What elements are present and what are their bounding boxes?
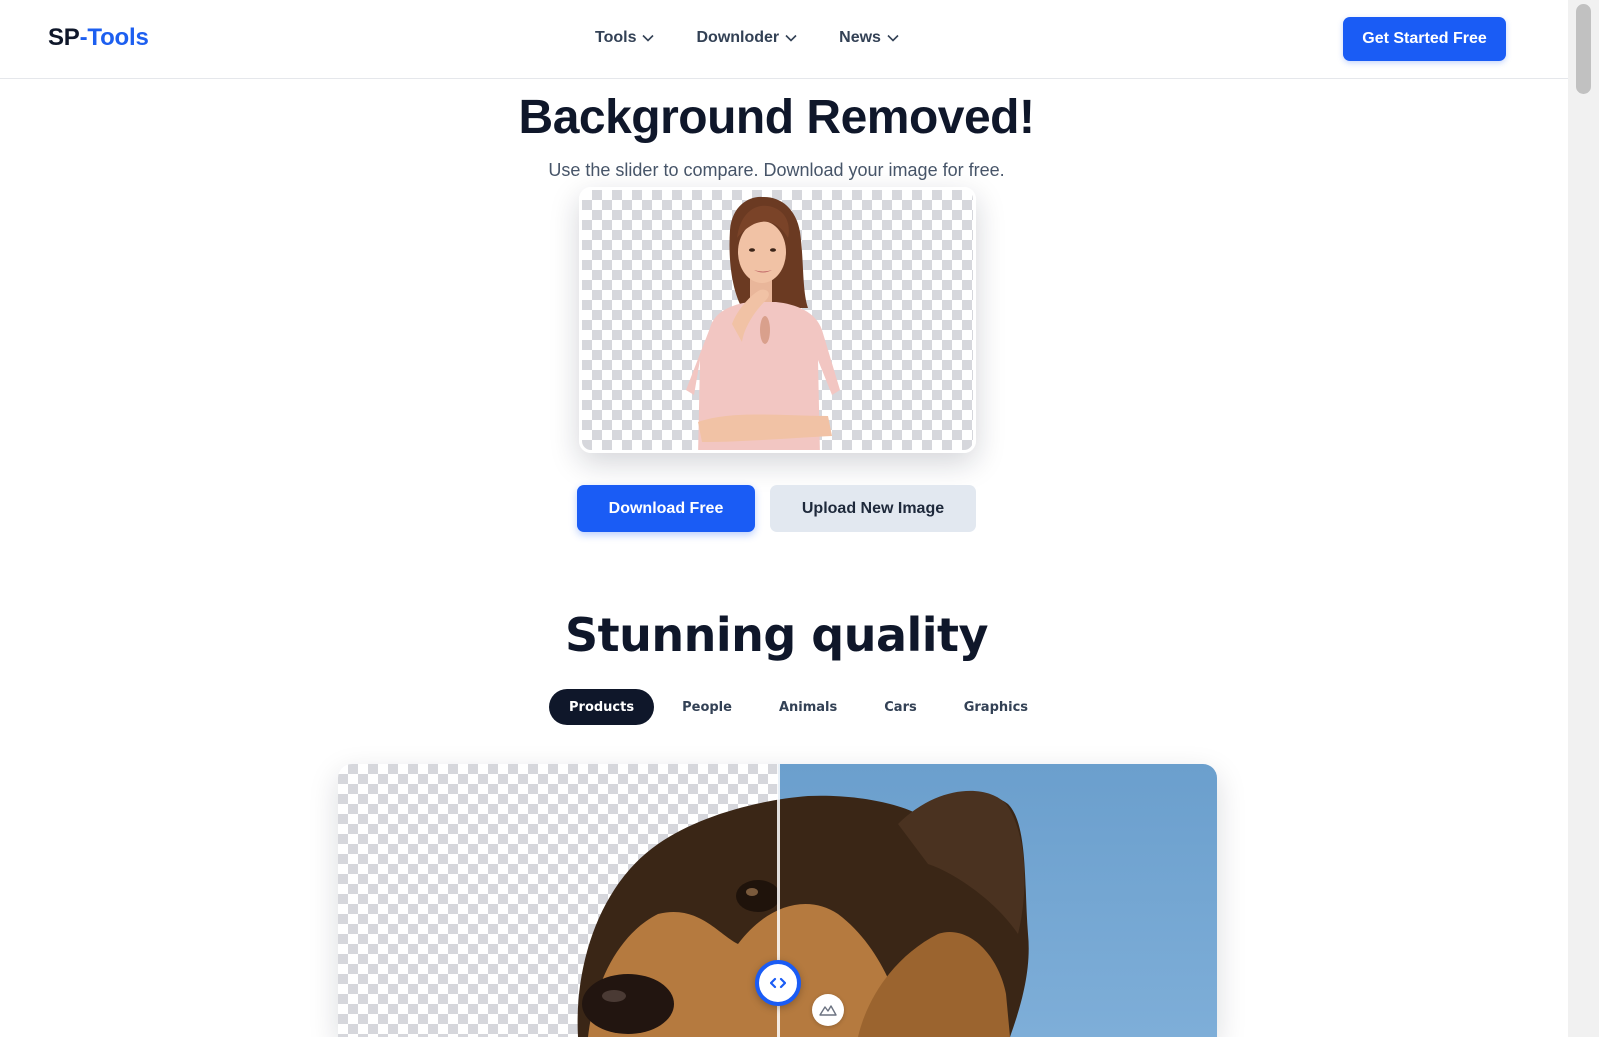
chevron-down-icon: [785, 34, 797, 42]
upload-new-image-button[interactable]: Upload New Image: [770, 485, 976, 532]
person-cutout-image: [686, 196, 840, 450]
nav-item-label: Downloder: [696, 29, 780, 46]
nav-item-news[interactable]: News: [839, 29, 899, 47]
page-subtitle: Use the slider to compare. Download your…: [548, 160, 1005, 180]
image-badge[interactable]: [812, 994, 844, 1026]
chevron-down-icon: [887, 34, 899, 42]
nav-item-downloder[interactable]: Downloder: [696, 29, 797, 47]
tab-people[interactable]: People: [661, 689, 753, 725]
tab-cars[interactable]: Cars: [863, 689, 937, 725]
tab-animals[interactable]: Animals: [758, 689, 858, 725]
site-header: SP-Tools Tools Downloder News Get Starte…: [0, 0, 1568, 79]
mountain-icon: [819, 1005, 837, 1016]
page-title: Background Removed!: [518, 91, 1035, 144]
result-image-card[interactable]: [579, 187, 976, 453]
nav-item-label: News: [839, 29, 881, 46]
arrows-left-right-icon: [770, 977, 786, 989]
section-title: Stunning quality: [564, 608, 989, 662]
nav-item-tools[interactable]: Tools: [595, 29, 655, 47]
logo-text-sp: SP: [48, 24, 80, 51]
main-nav: Tools Downloder News: [595, 29, 941, 47]
comparison-slider-handle[interactable]: [755, 960, 801, 1006]
scrollbar-thumb[interactable]: [1576, 4, 1591, 94]
tab-products[interactable]: Products: [549, 689, 655, 725]
logo-text-tools: -Tools: [79, 24, 149, 51]
nav-item-label: Tools: [595, 29, 637, 46]
get-started-button[interactable]: Get Started Free: [1343, 17, 1506, 61]
download-free-button[interactable]: Download Free: [577, 485, 755, 532]
logo[interactable]: SP-Tools: [48, 24, 149, 52]
category-tabs: Products People Animals Cars Graphics: [549, 689, 1049, 725]
scrollbar[interactable]: [1568, 0, 1599, 1037]
tab-graphics[interactable]: Graphics: [943, 689, 1049, 725]
chevron-down-icon: [642, 34, 655, 42]
